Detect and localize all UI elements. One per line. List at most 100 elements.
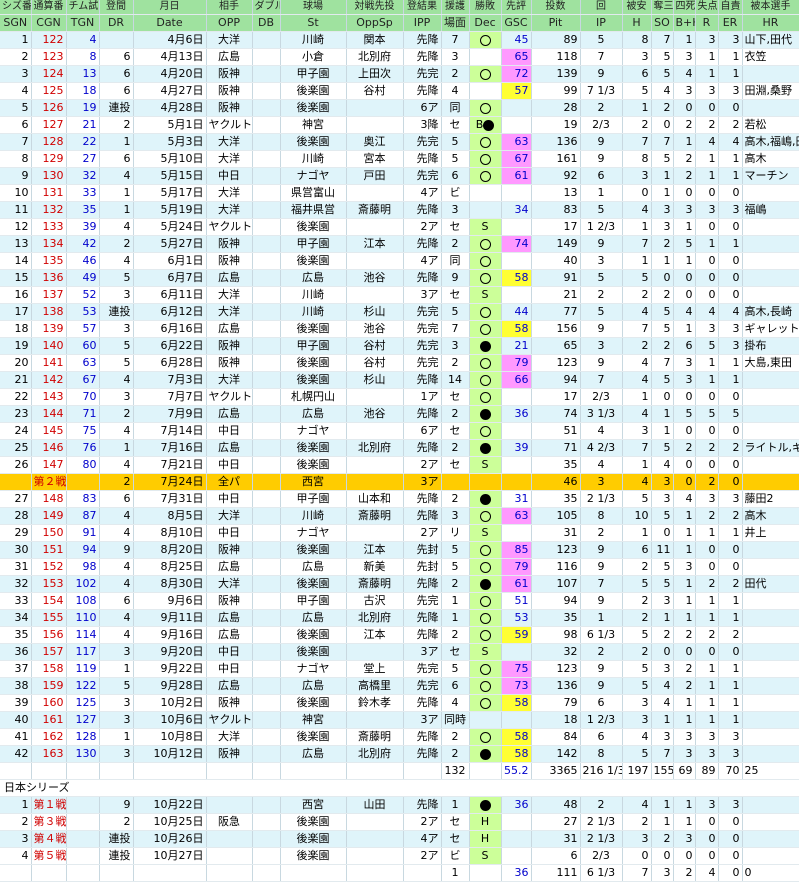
cell-8 bbox=[346, 218, 404, 236]
cell-14: 7 bbox=[580, 48, 623, 66]
cell-12 bbox=[501, 252, 532, 270]
cell-16: 0 bbox=[651, 847, 674, 865]
cell-7: 札幌円山 bbox=[280, 388, 347, 406]
cell-16: 1 bbox=[651, 711, 674, 729]
cell-19: 0 bbox=[718, 99, 743, 117]
cell-6 bbox=[252, 456, 281, 474]
cell-9: 2ア bbox=[403, 218, 442, 236]
cell-0: 2 bbox=[0, 813, 32, 831]
cell-1: 159 bbox=[31, 677, 67, 695]
cell-18: 0 bbox=[695, 184, 719, 202]
cell-6 bbox=[252, 864, 281, 882]
cell-5: 相手 bbox=[206, 0, 253, 15]
cell-13: 77 bbox=[531, 303, 581, 321]
cell-14: 3 1/3 bbox=[580, 405, 623, 423]
cell-18: 2 bbox=[695, 626, 719, 644]
cell-6 bbox=[252, 116, 281, 134]
cell-6 bbox=[252, 337, 281, 355]
cell-3: 6 bbox=[99, 150, 134, 168]
cell-16: 7 bbox=[651, 133, 674, 151]
cell-17: 1 bbox=[673, 796, 696, 814]
table-row: 39 160 125 3 10月2日 阪神 後楽園 鈴木孝 先降 4 58 79 6 3 4 1 1 1 bbox=[0, 694, 799, 712]
loss-dot-icon bbox=[479, 748, 491, 760]
cell-4: 4月28日 bbox=[133, 99, 207, 117]
cell-12 bbox=[501, 286, 532, 304]
cell-6 bbox=[252, 167, 281, 185]
cell-5: 広島 bbox=[206, 439, 253, 457]
cell-6 bbox=[252, 218, 281, 236]
cell-11 bbox=[469, 65, 502, 83]
cell-11 bbox=[469, 473, 502, 491]
table-row: 14 135 46 4 6月1日 阪神 後楽園 4ア同 40 3 1 1 1 0 0 bbox=[0, 252, 799, 270]
cell-3: 3 bbox=[99, 745, 134, 763]
cell-9: 先完 bbox=[403, 65, 442, 83]
cell-20 bbox=[742, 218, 799, 236]
cell-12: 59 bbox=[501, 626, 532, 644]
cell-19: 0 bbox=[718, 473, 743, 491]
cell-17: 2 bbox=[673, 167, 696, 185]
cell-5: 広島 bbox=[206, 269, 253, 287]
table-row: 1 122 4 4月6日 大洋 川崎 関本 先降 7 45 89 5 8 7 1 3 3 山下,田代 bbox=[0, 31, 799, 49]
cell-3: 4 bbox=[99, 507, 134, 525]
cell-2: 19 bbox=[66, 99, 100, 117]
cell-7: 後楽園 bbox=[280, 575, 347, 593]
cell-13: 79 bbox=[531, 694, 581, 712]
cell-18: 0 bbox=[695, 643, 719, 661]
cell-18: 3 bbox=[695, 31, 719, 49]
cell-17: 0 bbox=[673, 184, 696, 202]
cell-10: 場面 bbox=[441, 14, 470, 32]
cell-19: 1 bbox=[718, 660, 743, 678]
table-row: 16 137 52 3 6月11日 大洋 川崎 3アセ S 21 2 2 2 0 0 0 bbox=[0, 286, 799, 304]
cell-9: 2ア bbox=[403, 813, 442, 831]
cell-14: 7 bbox=[580, 371, 623, 389]
cell-8: 山本和 bbox=[346, 490, 404, 508]
cell-1: 161 bbox=[31, 711, 67, 729]
cell-14: 2/3 bbox=[580, 847, 623, 865]
cell-2 bbox=[66, 762, 100, 780]
cell-17: 4 bbox=[673, 303, 696, 321]
cell-15: 0 bbox=[622, 184, 652, 202]
cell-1: 128 bbox=[31, 133, 67, 151]
cell-13: 3365 bbox=[531, 762, 581, 780]
cell-0: 36 bbox=[0, 643, 32, 661]
cell-1: 第４戦 bbox=[31, 830, 67, 848]
cell-3: 2 bbox=[99, 235, 134, 253]
cell-0: 25 bbox=[0, 439, 32, 457]
cell-16: 1 bbox=[651, 184, 674, 202]
cell-16: 5 bbox=[651, 320, 674, 338]
cell-14: 5 bbox=[580, 31, 623, 49]
cell-14: 9 bbox=[580, 592, 623, 610]
cell-8: 対戦先投 bbox=[346, 0, 404, 15]
win-circle-icon bbox=[479, 255, 491, 267]
cell-3: 4 bbox=[99, 252, 134, 270]
cell-9: 3ア bbox=[403, 643, 442, 661]
cell-5: 中日 bbox=[206, 490, 253, 508]
cell-17: 69 bbox=[673, 762, 696, 780]
cell-9: 先降 bbox=[403, 150, 442, 168]
cell-17: 1 bbox=[673, 218, 696, 236]
cell-19: 2 bbox=[718, 439, 743, 457]
cell-18: 3 bbox=[695, 745, 719, 763]
cell-20 bbox=[742, 99, 799, 117]
cell-11: S bbox=[469, 456, 502, 474]
cell-8: 谷村 bbox=[346, 82, 404, 100]
cell-5: 大洋 bbox=[206, 728, 253, 746]
cell-17: 4 bbox=[673, 65, 696, 83]
cell-19: 0 bbox=[718, 558, 743, 576]
cell-7: 後楽園 bbox=[280, 847, 347, 865]
cell-15: 10 bbox=[622, 507, 652, 525]
cell-9: IPP bbox=[403, 14, 442, 32]
cell-18: 失点 bbox=[695, 0, 719, 15]
cell-13: 投数 bbox=[531, 0, 581, 15]
cell-4: 7月3日 bbox=[133, 371, 207, 389]
cell-10: 1 bbox=[441, 609, 470, 627]
cell-7: 甲子園 bbox=[280, 592, 347, 610]
cell-14: 5 bbox=[580, 269, 623, 287]
cell-8: 関本 bbox=[346, 31, 404, 49]
cell-9: 4ア bbox=[403, 184, 442, 202]
cell-10: 9 bbox=[441, 269, 470, 287]
cell-3: 連投 bbox=[99, 830, 134, 848]
cell-0: 38 bbox=[0, 677, 32, 695]
cell-20 bbox=[742, 592, 799, 610]
cell-2: 52 bbox=[66, 286, 100, 304]
